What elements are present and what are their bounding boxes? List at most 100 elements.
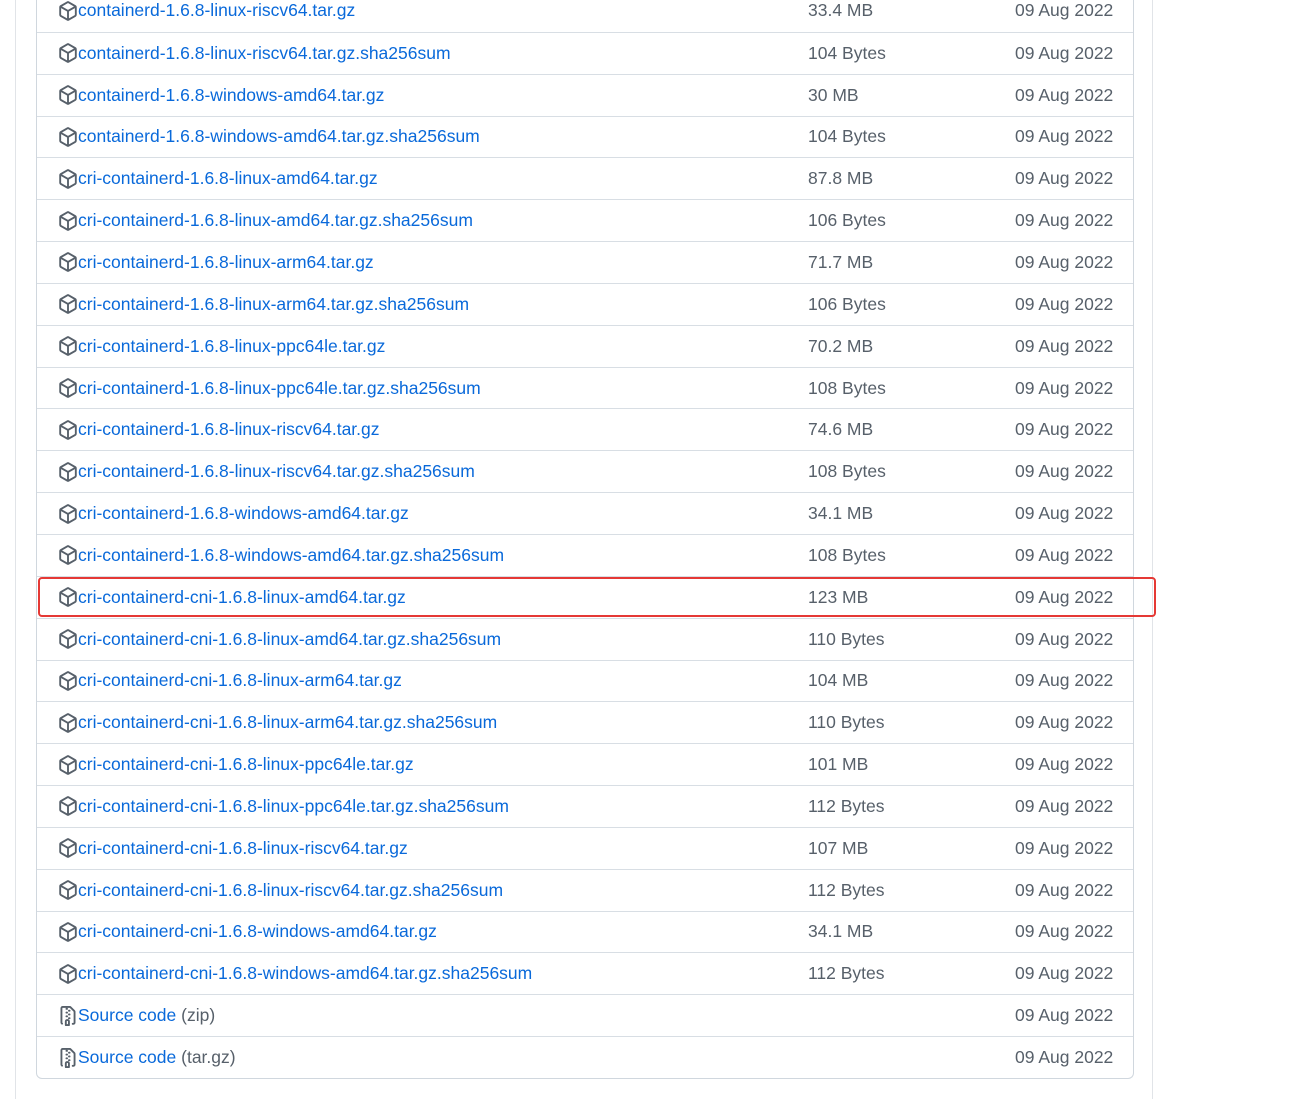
asset-size: 104 MB bbox=[808, 670, 869, 691]
asset-download-link[interactable]: Source code (zip) bbox=[78, 1005, 215, 1026]
asset-size: 108 Bytes bbox=[808, 544, 886, 565]
asset-size: 104 Bytes bbox=[808, 126, 886, 147]
asset-download-link[interactable]: Source code (tar.gz) bbox=[78, 1047, 236, 1068]
package-icon bbox=[58, 461, 78, 482]
package-icon bbox=[58, 252, 78, 273]
asset-date: 09 Aug 2022 bbox=[1015, 963, 1114, 984]
asset-download-link[interactable]: cri-containerd-cni-1.6.8-linux-ppc64le.t… bbox=[78, 796, 509, 817]
asset-date: 09 Aug 2022 bbox=[1015, 419, 1114, 440]
asset-row: cri-containerd-cni-1.6.8-linux-ppc64le.t… bbox=[37, 743, 1133, 785]
asset-download-link[interactable]: cri-containerd-1.6.8-linux-arm64.tar.gz.… bbox=[78, 294, 469, 315]
asset-row: cri-containerd-1.6.8-linux-arm64.tar.gz 7… bbox=[37, 241, 1133, 283]
package-icon bbox=[58, 127, 78, 147]
package-icon bbox=[58, 378, 78, 398]
package-icon bbox=[58, 85, 78, 105]
asset-download-link[interactable]: cri-containerd-cni-1.6.8-linux-amd64.tar… bbox=[78, 629, 501, 650]
asset-row: cri-containerd-1.6.8-linux-riscv64.tar.g… bbox=[37, 450, 1133, 492]
asset-row: cri-containerd-cni-1.6.8-linux-amd64.tar… bbox=[37, 617, 1133, 660]
asset-download-link[interactable]: containerd-1.6.8-linux-riscv64.tar.gz bbox=[78, 0, 355, 21]
package-icon bbox=[58, 796, 78, 817]
package-icon bbox=[58, 503, 78, 524]
package-icon bbox=[58, 629, 78, 649]
asset-size: 33.4 MB bbox=[808, 0, 874, 21]
package-icon bbox=[58, 712, 78, 733]
asset-download-link[interactable]: cri-containerd-1.6.8-linux-riscv64.tar.g… bbox=[78, 419, 380, 440]
asset-size: 110 Bytes bbox=[808, 628, 885, 649]
asset-download-link[interactable]: cri-containerd-1.6.8-windows-amd64.tar.g… bbox=[78, 503, 409, 524]
asset-download-link[interactable]: containerd-1.6.8-windows-amd64.tar.gz bbox=[78, 85, 384, 106]
package-icon bbox=[58, 420, 78, 440]
asset-download-link[interactable]: cri-containerd-cni-1.6.8-linux-amd64.tar… bbox=[78, 587, 406, 608]
asset-date: 09 Aug 2022 bbox=[1015, 377, 1114, 398]
asset-download-link[interactable]: cri-containerd-cni-1.6.8-linux-riscv64.t… bbox=[78, 880, 503, 901]
asset-size: 30 MB bbox=[808, 84, 859, 105]
asset-download-link[interactable]: cri-containerd-cni-1.6.8-windows-amd64.t… bbox=[78, 921, 437, 942]
asset-date: 09 Aug 2022 bbox=[1015, 754, 1114, 775]
asset-download-link[interactable]: containerd-1.6.8-linux-riscv64.tar.gz.sh… bbox=[78, 43, 451, 64]
asset-row: cri-containerd-1.6.8-windows-amd64.tar.g… bbox=[37, 533, 1133, 576]
asset-row: cri-containerd-1.6.8-linux-arm64.tar.gz.… bbox=[37, 282, 1133, 325]
package-icon bbox=[58, 880, 78, 900]
asset-download-link[interactable]: cri-containerd-1.6.8-linux-ppc64le.tar.g… bbox=[78, 378, 481, 399]
file-zip-icon bbox=[58, 1005, 78, 1026]
asset-date: 09 Aug 2022 bbox=[1015, 795, 1114, 816]
asset-size: 123 MB bbox=[808, 586, 869, 607]
asset-row: cri-containerd-cni-1.6.8-linux-ppc64le.t… bbox=[37, 785, 1133, 827]
asset-row: cri-containerd-cni-1.6.8-windows-amd64.t… bbox=[37, 910, 1133, 953]
package-icon bbox=[58, 336, 78, 356]
asset-format-suffix: (tar.gz) bbox=[176, 1047, 236, 1068]
asset-date: 09 Aug 2022 bbox=[1015, 837, 1114, 858]
asset-date: 09 Aug 2022 bbox=[1015, 335, 1114, 356]
asset-row: containerd-1.6.8-windows-amd64.tar.gz 30 … bbox=[37, 73, 1133, 116]
asset-date: 09 Aug 2022 bbox=[1015, 712, 1114, 733]
asset-size: 110 Bytes bbox=[808, 712, 885, 733]
asset-download-link[interactable]: cri-containerd-cni-1.6.8-linux-arm64.tar… bbox=[78, 670, 402, 691]
package-icon bbox=[58, 671, 78, 691]
asset-row: cri-containerd-1.6.8-linux-amd64.tar.gz 8… bbox=[37, 157, 1133, 199]
asset-date: 09 Aug 2022 bbox=[1015, 879, 1114, 900]
asset-date: 09 Aug 2022 bbox=[1015, 1005, 1114, 1026]
asset-row: cri-containerd-cni-1.6.8-linux-arm64.tar… bbox=[37, 659, 1133, 702]
asset-size: 112 Bytes bbox=[808, 963, 885, 984]
package-icon bbox=[58, 210, 78, 231]
asset-row: cri-containerd-cni-1.6.8-linux-arm64.tar… bbox=[37, 701, 1133, 743]
asset-row: Source code (tar.gz) 09 Aug 2022 bbox=[37, 1036, 1133, 1078]
asset-size: 101 MB bbox=[808, 754, 869, 775]
asset-size: 70.2 MB bbox=[808, 335, 874, 356]
asset-date: 09 Aug 2022 bbox=[1015, 84, 1114, 105]
asset-download-link[interactable]: cri-containerd-1.6.8-linux-amd64.tar.gz.… bbox=[78, 210, 473, 231]
asset-download-link[interactable]: cri-containerd-1.6.8-linux-ppc64le.tar.g… bbox=[78, 336, 385, 357]
asset-row: cri-containerd-cni-1.6.8-linux-riscv64.t… bbox=[37, 826, 1133, 869]
asset-row: containerd-1.6.8-linux-riscv64.tar.gz.sh… bbox=[37, 31, 1133, 74]
asset-size: 104 Bytes bbox=[808, 42, 886, 63]
asset-date: 09 Aug 2022 bbox=[1015, 42, 1114, 63]
asset-download-link[interactable]: cri-containerd-cni-1.6.8-windows-amd64.t… bbox=[78, 963, 532, 984]
asset-size: 108 Bytes bbox=[808, 377, 886, 398]
asset-size: 34.1 MB bbox=[808, 921, 874, 942]
asset-date: 09 Aug 2022 bbox=[1015, 126, 1114, 147]
asset-size: 74.6 MB bbox=[808, 419, 874, 440]
asset-download-link[interactable]: cri-containerd-1.6.8-linux-arm64.tar.gz bbox=[78, 252, 374, 273]
asset-row: cri-containerd-1.6.8-linux-riscv64.tar.g… bbox=[37, 408, 1133, 450]
asset-date: 09 Aug 2022 bbox=[1015, 670, 1114, 691]
asset-date: 09 Aug 2022 bbox=[1015, 1047, 1114, 1068]
asset-date: 09 Aug 2022 bbox=[1015, 210, 1114, 231]
asset-row: cri-containerd-1.6.8-linux-ppc64le.tar.g… bbox=[37, 324, 1133, 367]
asset-date: 09 Aug 2022 bbox=[1015, 586, 1114, 607]
asset-size: 71.7 MB bbox=[808, 251, 874, 272]
package-icon bbox=[58, 754, 78, 775]
asset-download-link[interactable]: cri-containerd-1.6.8-linux-riscv64.tar.g… bbox=[78, 461, 475, 482]
asset-download-link[interactable]: cri-containerd-cni-1.6.8-linux-riscv64.t… bbox=[78, 838, 408, 859]
file-zip-icon bbox=[58, 1047, 78, 1068]
asset-download-link[interactable]: cri-containerd-1.6.8-windows-amd64.tar.g… bbox=[78, 545, 504, 566]
asset-size: 106 Bytes bbox=[808, 293, 886, 314]
asset-download-link[interactable]: cri-containerd-cni-1.6.8-linux-arm64.tar… bbox=[78, 712, 497, 733]
asset-format-suffix: (zip) bbox=[176, 1005, 216, 1026]
asset-date: 09 Aug 2022 bbox=[1015, 503, 1114, 524]
asset-download-link[interactable]: cri-containerd-cni-1.6.8-linux-ppc64le.t… bbox=[78, 754, 414, 775]
asset-date: 09 Aug 2022 bbox=[1015, 251, 1114, 272]
asset-row: cri-containerd-1.6.8-linux-ppc64le.tar.g… bbox=[37, 366, 1133, 409]
asset-download-link[interactable]: containerd-1.6.8-windows-amd64.tar.gz.sh… bbox=[78, 126, 480, 147]
asset-download-link[interactable]: cri-containerd-1.6.8-linux-amd64.tar.gz bbox=[78, 168, 378, 189]
asset-size: 107 MB bbox=[808, 837, 869, 858]
